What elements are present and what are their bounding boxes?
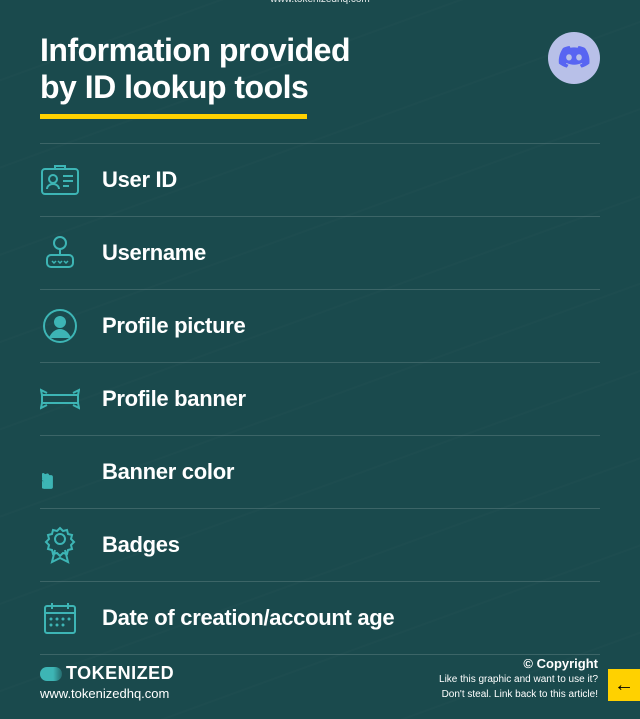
item-label: User ID <box>102 167 177 193</box>
watermark-url: www.tokenizedhq.com <box>270 0 370 5</box>
item-label: Date of creation/account age <box>102 605 394 631</box>
title-underline <box>40 114 307 119</box>
list-item: www.tokenizedhq.com Banner color <box>40 435 600 508</box>
list-item: www.tokenizedhq.com Profile banner <box>40 362 600 435</box>
title-line-2: by ID lookup tools <box>40 69 308 105</box>
brand-url: www.tokenizedhq.com <box>40 686 174 701</box>
profile-picture-icon <box>40 306 80 346</box>
color-swatch-icon <box>40 452 80 492</box>
list-item: www.tokenizedhq.com Badges <box>40 508 600 581</box>
item-label: Profile banner <box>102 386 246 412</box>
page-title: Information provided by ID lookup tools <box>40 32 350 106</box>
main-container: Information provided by ID lookup tools … <box>0 0 640 675</box>
item-label: Banner color <box>102 459 234 485</box>
title-line-1: Information provided <box>40 32 350 68</box>
list-item: www.tokenizedhq.com Username <box>40 216 600 289</box>
item-label: Profile picture <box>102 313 245 339</box>
copyright-line-2: Don't steal. Link back to this article! <box>439 688 598 701</box>
info-list: www.tokenizedhq.com User ID www.tokenize… <box>40 143 600 655</box>
title-block: Information provided by ID lookup tools <box>40 32 350 119</box>
calendar-icon <box>40 598 80 638</box>
id-card-icon <box>40 160 80 200</box>
badge-icon <box>40 525 80 565</box>
item-label: Username <box>102 240 206 266</box>
list-item: www.tokenizedhq.com Date of creation/acc… <box>40 581 600 655</box>
copyright-line-1: Like this graphic and want to use it? <box>439 673 598 686</box>
discord-icon <box>548 32 600 84</box>
banner-icon <box>40 379 80 419</box>
header: Information provided by ID lookup tools <box>40 32 600 119</box>
list-item: Profile picture <box>40 289 600 362</box>
list-item: www.tokenizedhq.com User ID <box>40 143 600 216</box>
username-icon <box>40 233 80 273</box>
item-label: Badges <box>102 532 180 558</box>
